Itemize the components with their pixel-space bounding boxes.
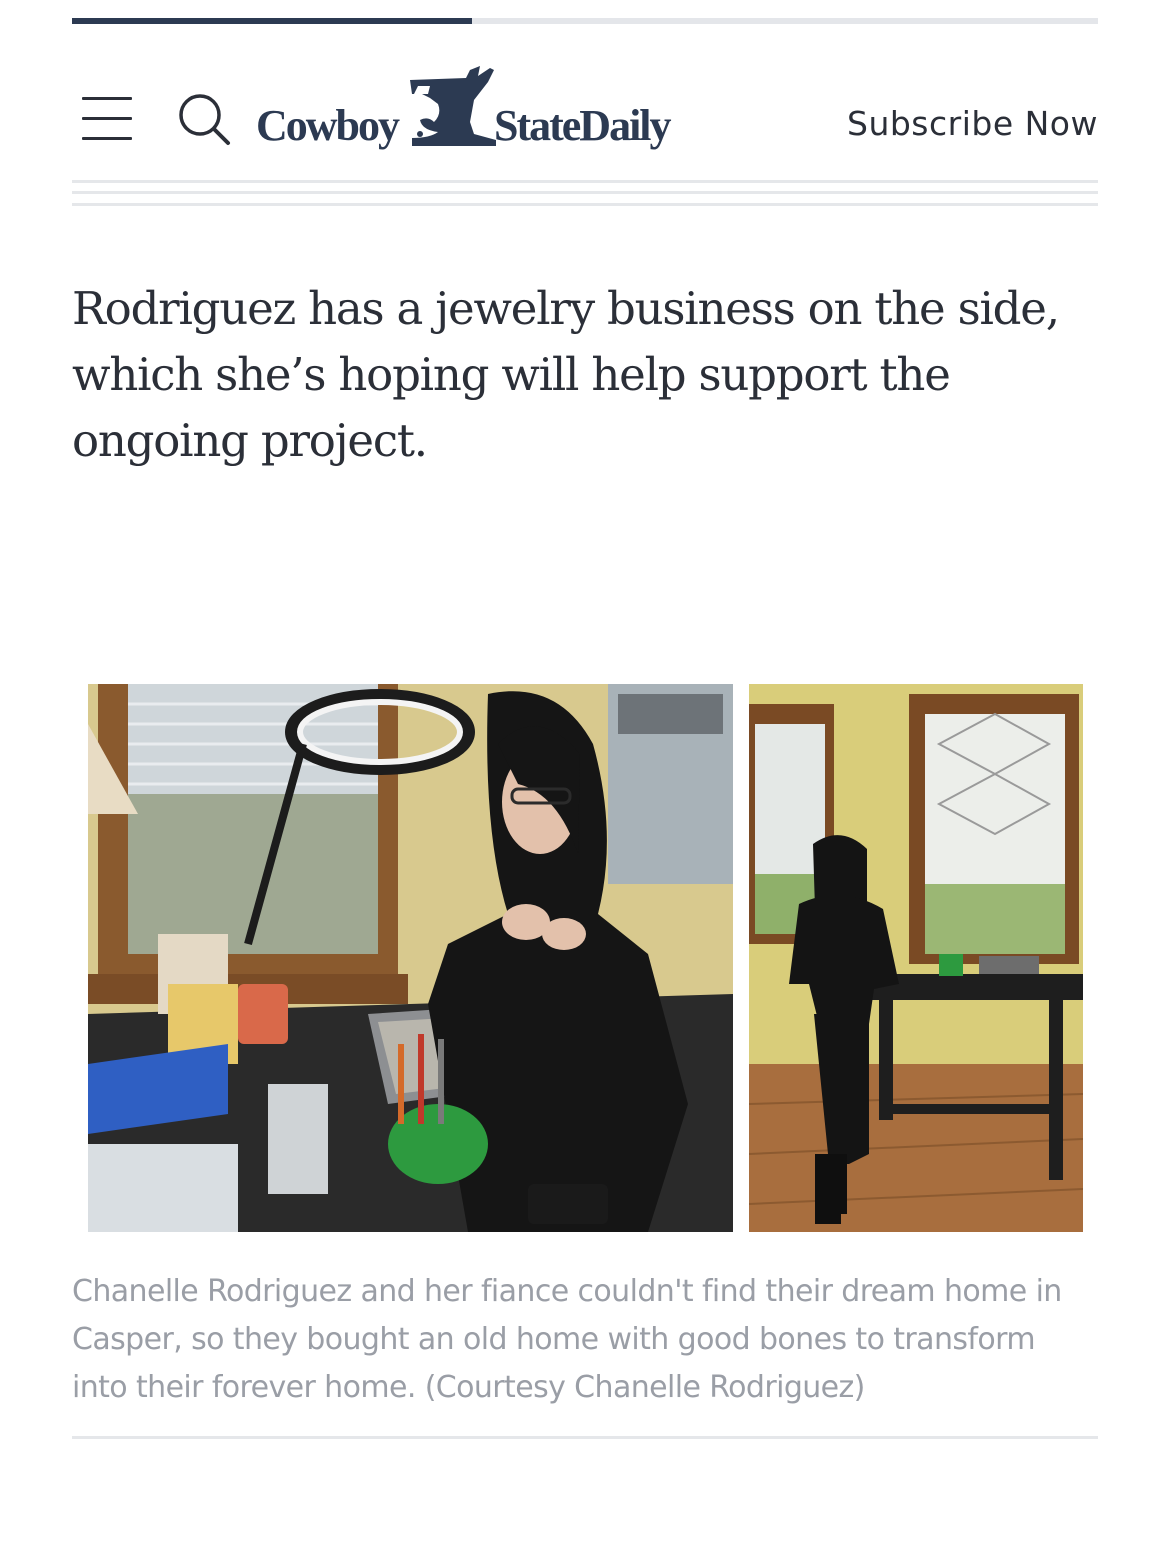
subscribe-now-link[interactable]: Subscribe Now (847, 104, 1098, 143)
photo-caption: Chanelle Rodriguez and her fiance couldn… (72, 1274, 1062, 1405)
article-photo-workbench (88, 684, 733, 1232)
wyoming-bucking-horse-icon (410, 66, 496, 146)
reading-progress-bar (72, 18, 1098, 24)
search-icon[interactable] (176, 92, 232, 148)
site-logo[interactable]: Cowboy StateDaily (256, 64, 696, 164)
site-header: Cowboy StateDaily Subscribe Now (72, 60, 1098, 180)
article-photo-standing (749, 684, 1083, 1232)
logo-word-statedaily: StateDaily (494, 101, 672, 150)
logo-word-cowboy: Cowboy (256, 101, 400, 150)
article-paragraph: Rodriguez has a jewelry business on the … (72, 282, 1060, 467)
reading-progress-fill (72, 18, 473, 24)
caption-divider (72, 1436, 1098, 1439)
hamburger-menu-icon[interactable] (82, 97, 134, 143)
header-divider (72, 180, 1098, 206)
